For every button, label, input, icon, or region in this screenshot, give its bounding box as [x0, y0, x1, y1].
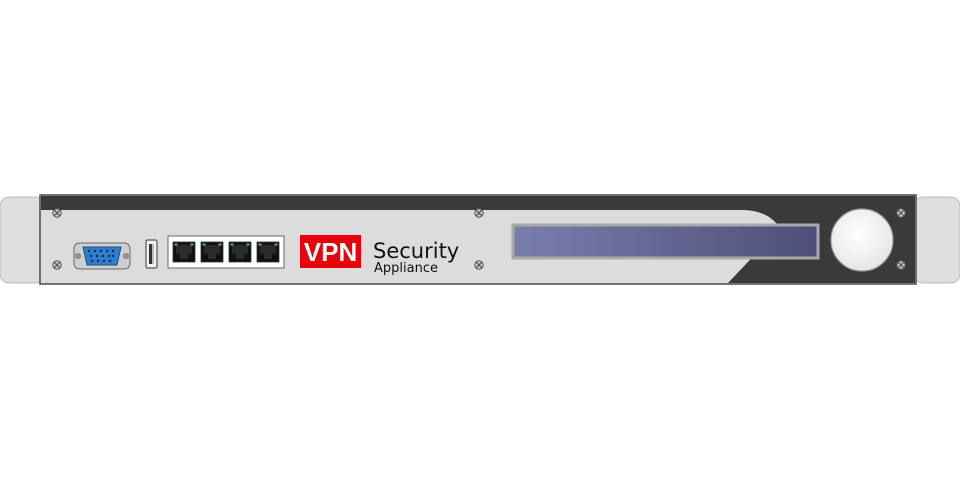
screw-icon [52, 208, 62, 218]
ethernet-port-icon[interactable] [200, 241, 224, 263]
lcd-display [511, 223, 820, 260]
vpn-badge-label: VPN [304, 237, 357, 267]
screw-icon [474, 208, 484, 218]
ethernet-port-group [167, 235, 285, 269]
power-button-icon[interactable] [830, 208, 894, 272]
vpn-security-appliance: VPN Security Appliance [0, 194, 960, 285]
usb-port-icon[interactable] [145, 239, 158, 269]
ethernet-port-icon[interactable] [172, 241, 196, 263]
screw-icon [52, 260, 62, 270]
screw-icon [474, 260, 484, 270]
rack-ear-right [913, 196, 960, 284]
device-subtitle: Appliance [374, 261, 438, 276]
screw-icon [896, 260, 906, 270]
ethernet-port-icon[interactable] [256, 241, 280, 263]
vga-port-icon[interactable] [73, 242, 131, 270]
rack-ear-left [0, 196, 45, 284]
screw-icon [896, 208, 906, 218]
device-title: Security [373, 239, 459, 263]
ethernet-port-icon[interactable] [228, 241, 252, 263]
